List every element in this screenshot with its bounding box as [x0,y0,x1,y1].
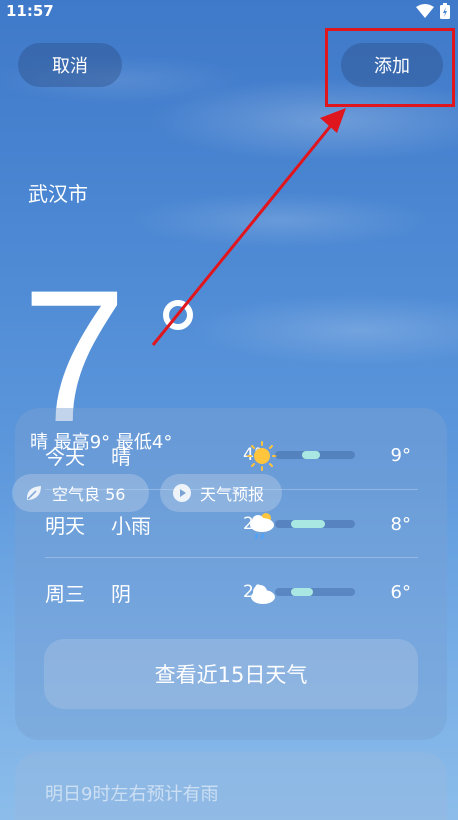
forecast-condition: 阴 [111,581,131,606]
rain-forecast-note: 明日9时左右预计有雨 [45,784,219,805]
forecast-day: 周三 [45,581,85,606]
degree-symbol [163,300,193,330]
status-bar: 11:57 [0,0,458,22]
status-icons [416,3,450,19]
status-time: 11:57 [6,2,54,20]
add-highlight-box [325,28,455,107]
forecast-row-tomorrow[interactable]: 明天 小雨 2° 8° [45,490,417,558]
temp-range-bar [275,451,355,459]
temp-range-bar [275,520,355,528]
cancel-button[interactable]: 取消 [18,43,122,87]
view-15-day-button[interactable]: 查看近15日天气 [44,639,418,709]
forecast-row-wednesday[interactable]: 周三 阴 2° 6° [45,558,417,626]
rain-cloud-icon [250,513,274,540]
weather-summary: 晴 最高9° 最低4° [30,432,173,453]
forecast-high: 8° [390,513,411,535]
wifi-icon [416,4,434,18]
city-name: 武汉市 [28,182,88,206]
forecast-high: 6° [390,581,411,603]
leaf-icon [26,486,41,500]
forecast-condition: 小雨 [111,513,151,538]
battery-icon [440,3,450,19]
sun-icon [247,441,277,471]
cloud-icon [251,585,275,604]
temp-range-bar [275,588,355,596]
forecast-high: 9° [390,444,411,466]
forecast-day: 明天 [45,513,85,538]
